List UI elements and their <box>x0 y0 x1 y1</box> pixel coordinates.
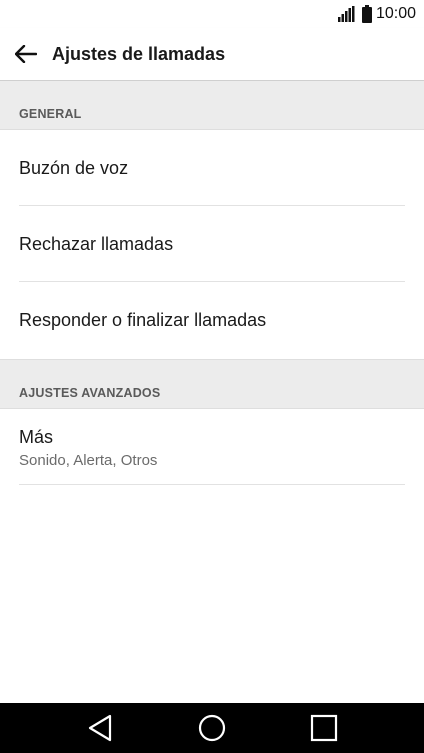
nav-recents-button[interactable] <box>308 712 340 744</box>
signal-icon <box>337 6 355 22</box>
list-item-mas[interactable]: Más Sonido, Alerta, Otros <box>0 409 424 485</box>
nav-home-button[interactable] <box>196 712 228 744</box>
list-item-buzon-de-voz[interactable]: Buzón de voz <box>0 130 424 206</box>
status-time: 10:00 <box>375 5 416 22</box>
nav-recents-square-icon <box>310 714 338 742</box>
status-bar: 10:00 <box>0 0 424 28</box>
section-header-ajustes-avanzados: AJUSTES AVANZADOS <box>0 360 424 409</box>
list-item-sublabel: Sonido, Alerta, Otros <box>19 452 158 469</box>
screen: 10:00 Ajustes de llamadas GENERAL Buzón … <box>0 0 424 753</box>
nav-home-circle-icon <box>198 714 226 742</box>
list-item-responder-o-finalizar-llamadas[interactable]: Responder o finalizar llamadas <box>0 282 424 360</box>
back-button[interactable] <box>10 38 42 70</box>
list-item-label: Rechazar llamadas <box>19 234 174 254</box>
list-item-label: Buzón de voz <box>19 158 129 178</box>
navigation-bar <box>0 703 424 753</box>
section-header-label: GENERAL <box>19 107 82 121</box>
list-item-label: Responder o finalizar llamadas <box>19 310 267 330</box>
battery-icon <box>361 5 372 23</box>
divider <box>19 484 405 485</box>
nav-back-button[interactable] <box>84 712 116 744</box>
list-item-label: Más <box>19 427 54 447</box>
status-indicators: 10:00 <box>337 4 416 24</box>
arrow-back-icon <box>15 45 37 63</box>
section-header-general: GENERAL <box>0 81 424 130</box>
app-bar: Ajustes de llamadas <box>0 28 424 81</box>
page-title: Ajustes de llamadas <box>52 44 226 64</box>
settings-list: GENERAL Buzón de voz Rechazar llamadas R… <box>0 81 424 485</box>
nav-back-triangle-icon <box>88 714 112 742</box>
list-item-rechazar-llamadas[interactable]: Rechazar llamadas <box>0 206 424 282</box>
section-header-label: AJUSTES AVANZADOS <box>19 386 161 400</box>
